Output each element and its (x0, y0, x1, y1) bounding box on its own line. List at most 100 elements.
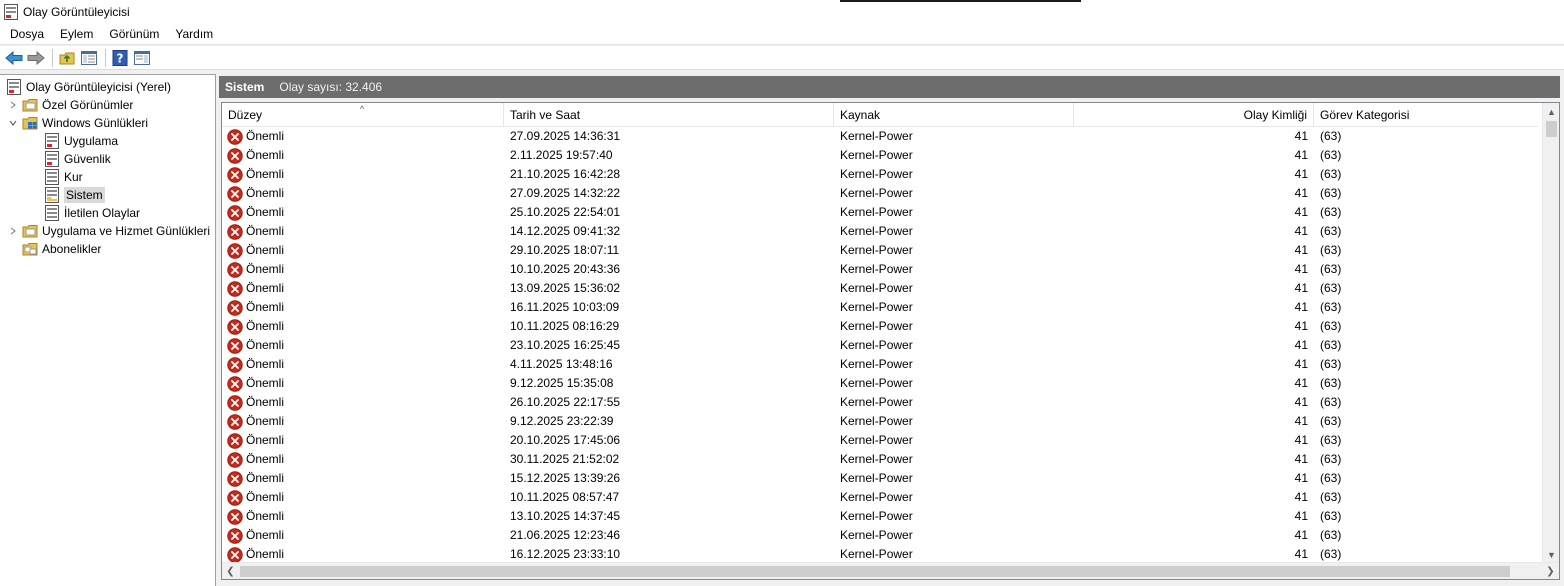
menu-file[interactable]: Dosya (0, 24, 52, 44)
cell-source: Kernel-Power (840, 433, 913, 447)
cell-event-id: 41 (1294, 376, 1308, 390)
toolbar: ? (0, 46, 1564, 70)
table-row[interactable]: Önemli 16.11.2025 10:03:09 Kernel-Power 41 (… (222, 298, 1538, 317)
cell-level: Önemli (246, 205, 285, 219)
show-hide-action-pane-button[interactable] (132, 48, 152, 68)
cell-level: Önemli (246, 433, 285, 447)
scroll-left-icon[interactable]: ❮ (222, 563, 239, 579)
cell-level: Önemli (246, 262, 285, 276)
cell-event-id: 41 (1294, 205, 1308, 219)
scroll-right-icon[interactable]: ❯ (1542, 563, 1559, 579)
tree-item-custom-views[interactable]: Özel Görünümler (8, 96, 133, 114)
cell-source: Kernel-Power (840, 167, 913, 181)
tree-item-app-service-logs[interactable]: Uygulama ve Hizmet Günlükleri (8, 222, 210, 240)
show-hide-action-pane-icon (134, 50, 150, 65)
table-row[interactable]: Önemli 2.11.2025 19:57:40 Kernel-Power 41 (6… (222, 146, 1538, 165)
table-row[interactable]: Önemli 27.09.2025 14:36:31 Kernel-Power 41 (… (222, 127, 1538, 146)
table-row[interactable]: Önemli 13.09.2025 15:36:02 Kernel-Power 41 (… (222, 279, 1538, 298)
forward-button[interactable] (26, 48, 46, 68)
table-row[interactable]: Önemli 14.12.2025 09:41:32 Kernel-Power 41 (… (222, 222, 1538, 241)
error-icon (227, 243, 243, 259)
vertical-scrollbar[interactable]: ▲ ▼ (1542, 103, 1559, 563)
column-header-event-id[interactable]: Olay Kimliği (1074, 103, 1314, 127)
menu-help[interactable]: Yardım (167, 24, 221, 44)
table-row[interactable]: Önemli 4.11.2025 13:48:16 Kernel-Power 41 (6… (222, 355, 1538, 374)
cell-source: Kernel-Power (840, 186, 913, 200)
show-hide-console-tree-button[interactable] (79, 48, 99, 68)
tree-item-log-forwarded[interactable]: İletilen Olaylar (44, 204, 140, 222)
column-header-level[interactable]: Düzey ^ (222, 103, 504, 127)
tree-item-log-security[interactable]: Güvenlik (44, 150, 111, 168)
cell-event-id: 41 (1294, 528, 1308, 542)
table-row[interactable]: Önemli 30.11.2025 21:52:02 Kernel-Power 41 (… (222, 450, 1538, 469)
cell-source: Kernel-Power (840, 490, 913, 504)
chevron-down-icon[interactable] (8, 118, 18, 128)
error-icon (227, 452, 243, 468)
table-row[interactable]: Önemli 25.10.2025 22:54:01 Kernel-Power 41 (… (222, 203, 1538, 222)
tree-item-log-system[interactable]: Sistem (41, 186, 105, 204)
cell-event-id: 41 (1294, 509, 1308, 523)
column-header-source[interactable]: Kaynak (834, 103, 1074, 127)
cell-task-category: (63) (1320, 186, 1342, 200)
log-icon (45, 151, 59, 167)
cell-level: Önemli (246, 395, 285, 409)
column-header-task-category[interactable]: Görev Kategorisi (1314, 103, 1538, 127)
horizontal-scroll-thumb[interactable] (240, 566, 1510, 577)
cell-task-category: (63) (1320, 262, 1342, 276)
error-icon (227, 509, 243, 525)
menu-action[interactable]: Eylem (52, 24, 101, 44)
tree-item-label: Windows Günlükleri (42, 116, 149, 130)
cell-event-id: 41 (1294, 452, 1308, 466)
log-header: Sistem Olay sayısı: 32.406 (219, 76, 1560, 98)
tree-item-log-application[interactable]: Uygulama (44, 132, 118, 150)
error-icon (227, 414, 243, 430)
cell-source: Kernel-Power (840, 262, 913, 276)
table-row[interactable]: Önemli 26.10.2025 22:17:55 Kernel-Power 41 (… (222, 393, 1538, 412)
cell-level: Önemli (246, 452, 285, 466)
table-row[interactable]: Önemli 13.10.2025 14:37:45 Kernel-Power 41 (… (222, 507, 1538, 526)
error-icon (227, 547, 243, 563)
tree-item-log-setup[interactable]: Kur (44, 168, 83, 186)
error-icon (227, 148, 243, 164)
cell-level: Önemli (246, 490, 285, 504)
back-button[interactable] (4, 48, 24, 68)
table-row[interactable]: Önemli 10.10.2025 20:43:36 Kernel-Power 41 (… (222, 260, 1538, 279)
menu-view[interactable]: Görünüm (101, 24, 167, 44)
cell-datetime: 10.10.2025 20:43:36 (510, 262, 621, 276)
table-row[interactable]: Önemli 9.12.2025 23:22:39 Kernel-Power 41 (6… (222, 412, 1538, 431)
column-header-datetime[interactable]: Tarih ve Saat (504, 103, 834, 127)
cell-level: Önemli (246, 319, 285, 333)
scroll-down-icon[interactable]: ▼ (1543, 546, 1559, 563)
table-row[interactable]: Önemli 20.10.2025 17:45:06 Kernel-Power 41 (… (222, 431, 1538, 450)
error-icon (227, 300, 243, 316)
cell-task-category: (63) (1320, 205, 1342, 219)
up-one-level-button[interactable] (57, 48, 77, 68)
cell-source: Kernel-Power (840, 395, 913, 409)
table-row[interactable]: Önemli 27.09.2025 14:32:22 Kernel-Power 41 (… (222, 184, 1538, 203)
cell-task-category: (63) (1320, 357, 1342, 371)
cell-source: Kernel-Power (840, 243, 913, 257)
horizontal-scrollbar[interactable]: ❮ ❯ (222, 562, 1559, 579)
cell-level: Önemli (246, 243, 285, 257)
table-row[interactable]: Önemli 9.12.2025 15:35:08 Kernel-Power 41 (6… (222, 374, 1538, 393)
tree-item-windows-logs[interactable]: Windows Günlükleri (8, 114, 148, 132)
tree-root[interactable]: Olay Görüntüleyicisi (Yerel) (6, 78, 171, 96)
table-row[interactable]: Önemli 15.12.2025 13:39:26 Kernel-Power 41 (… (222, 469, 1538, 488)
scroll-up-icon[interactable]: ▲ (1543, 103, 1559, 120)
cell-task-category: (63) (1320, 167, 1342, 181)
table-row[interactable]: Önemli 21.06.2025 12:23:46 Kernel-Power 41 (… (222, 526, 1538, 545)
log-icon (45, 133, 59, 149)
table-row[interactable]: Önemli 21.10.2025 16:42:28 Kernel-Power 41 (… (222, 165, 1538, 184)
table-row[interactable]: Önemli 29.10.2025 18:07:11 Kernel-Power 41 (… (222, 241, 1538, 260)
cell-datetime: 2.11.2025 19:57:40 (510, 148, 613, 162)
show-hide-console-tree-icon (81, 50, 97, 65)
chevron-right-icon[interactable] (8, 226, 18, 236)
table-row[interactable]: Önemli 10.11.2025 08:16:29 Kernel-Power 41 (… (222, 317, 1538, 336)
tree-item-subscriptions[interactable]: Abonelikler (22, 240, 101, 258)
help-button[interactable]: ? (110, 48, 130, 68)
table-row[interactable]: Önemli 23.10.2025 16:25:45 Kernel-Power 41 (… (222, 336, 1538, 355)
vertical-scroll-thumb[interactable] (1546, 121, 1557, 137)
table-row[interactable]: Önemli 10.11.2025 08:57:47 Kernel-Power 41 (… (222, 488, 1538, 507)
chevron-right-icon[interactable] (8, 100, 18, 110)
cell-task-category: (63) (1320, 129, 1342, 143)
